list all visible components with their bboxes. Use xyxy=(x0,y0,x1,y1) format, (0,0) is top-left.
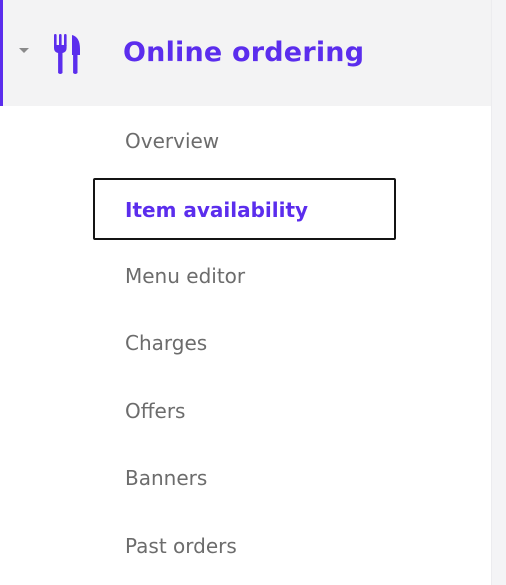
section-title[interactable]: Online ordering xyxy=(123,36,364,70)
nav-item-offers[interactable]: Offers xyxy=(125,398,185,424)
section-header-online-ordering[interactable]: Online ordering xyxy=(0,0,491,106)
nav-item-charges[interactable]: Charges xyxy=(125,330,207,356)
nav-item-banners[interactable]: Banners xyxy=(125,465,207,491)
nav-item-menu-editor[interactable]: Menu editor xyxy=(125,263,245,289)
nav-item-overview[interactable]: Overview xyxy=(125,128,219,154)
sidebar-nav: Online ordering Overview Item availabili… xyxy=(0,0,491,585)
nav-item-item-availability[interactable]: Item availability xyxy=(125,197,308,223)
caret-down-icon[interactable] xyxy=(19,48,29,53)
active-indicator-bar xyxy=(0,0,3,106)
content-divider xyxy=(491,0,506,585)
nav-item-past-orders[interactable]: Past orders xyxy=(125,533,237,559)
fork-knife-icon xyxy=(54,34,80,74)
